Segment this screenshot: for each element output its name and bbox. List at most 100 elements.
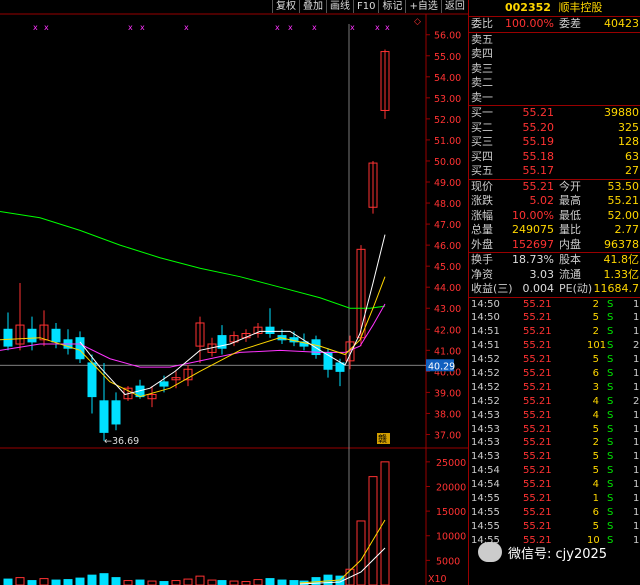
candle-body [111, 400, 121, 425]
tick-row: 14:55 55.21 5 S 1 [471, 520, 640, 532]
volume-bar [135, 579, 145, 585]
volume-tick-label: 20000 [436, 482, 466, 493]
stock-name: 顺丰控股 [558, 1, 603, 14]
volume-bar [39, 578, 49, 585]
price-tick-label: 47.00 [434, 220, 461, 231]
tick-list[interactable]: 14:50 55.21 2 S 1 14:50 55.21 5 S 1 14:51 55.21 2 S 1 1… [469, 298, 640, 548]
volume-bar [15, 577, 25, 585]
price-tick-label: 41.00 [434, 346, 461, 357]
volume-unit-label: X10 [428, 574, 447, 585]
price-tick-label: 48.00 [434, 199, 461, 210]
toolbar-button-5[interactable]: +自选 [405, 0, 441, 13]
price-tick-label: 46.00 [434, 241, 461, 252]
candle-body [265, 326, 275, 334]
quote-panel: 002352 顺丰控股 委比 100.00% 委差 40423 卖五 卖四 卖三 卖二… [468, 0, 640, 585]
price-tick-label: 49.00 [434, 178, 461, 189]
volume-bar [3, 578, 13, 585]
tick-row: 14:52 55.21 3 S 1 [471, 381, 640, 393]
weibi-row: 委比 100.00% 委差 40423 [469, 17, 640, 33]
price-tick-label: 37.00 [434, 430, 461, 441]
event-marker: x [140, 23, 145, 32]
tick-row: 14:55 55.21 1 S 1 [471, 492, 640, 504]
volume-tick-label: 5000 [436, 556, 460, 567]
price-tick-label: 51.00 [434, 136, 461, 147]
volume-bar [207, 579, 217, 585]
candle-body [27, 328, 37, 343]
volume-bar [27, 580, 37, 585]
volume-bar [217, 580, 227, 585]
toolbar-button-1[interactable]: 叠加 [299, 0, 326, 13]
toolbar-button-3[interactable]: F10 [353, 0, 379, 13]
quote-row: 涨幅 10.00% 最低 52.00 [471, 208, 639, 222]
quote-row: 涨跌 5.02 最高 55.21 [471, 194, 639, 207]
volume-bar [241, 581, 251, 585]
toolbar-button-0[interactable]: 复权 [272, 0, 299, 13]
tick-row: 14:52 55.21 6 S 1 [471, 367, 640, 379]
tick-row: 14:54 55.21 4 S 1 [471, 479, 640, 491]
stock-stats: 换手 18.73% 股本 41.8亿 净资 3.03 流通 1.33亿 收益(三) 0.004 PE… [469, 253, 640, 298]
price-tick-label: 52.00 [434, 115, 461, 126]
event-marker: x [44, 23, 49, 32]
event-marker: x [128, 23, 133, 32]
ask-list: 卖五 卖四 卖三 卖二 卖一 [469, 32, 640, 106]
tick-row: 14:53 55.21 5 S 1 [471, 423, 640, 435]
price-tick-label: 54.00 [434, 73, 461, 84]
price-tick-label: 53.00 [434, 94, 461, 105]
price-tick-label: 44.00 [434, 283, 461, 294]
volume-ma-yellow [299, 519, 386, 584]
price-tick-label: 50.00 [434, 157, 461, 168]
event-marker: x [288, 23, 293, 32]
price-tick-label: 38.00 [434, 409, 461, 420]
current-price-label: 40.29 [428, 361, 455, 372]
candle-body [3, 328, 13, 347]
volume-bar [75, 577, 85, 585]
volume-bar [229, 580, 239, 585]
tick-row: 14:53 55.21 2 S 1 [471, 437, 640, 449]
stock-code: 002352 [505, 1, 551, 14]
volume-bar [277, 579, 287, 585]
price-tick-label: 45.00 [434, 262, 461, 273]
candle-body [51, 328, 61, 343]
tick-row: 14:50 55.21 5 S 1 [471, 312, 640, 324]
ask-row: 卖二 [471, 76, 493, 89]
event-marker: x [33, 23, 38, 32]
volume-bar [171, 580, 181, 585]
volume-tick-label: 25000 [436, 458, 466, 469]
volume-bar [368, 476, 378, 585]
event-marker: x [312, 23, 317, 32]
tick-row: 14:52 55.21 4 S 2 [471, 395, 640, 407]
stats-row: 净资 3.03 流通 1.33亿 [471, 267, 639, 281]
candle-body [75, 337, 85, 360]
price-tick-label: 55.00 [434, 52, 461, 63]
candle-body [159, 381, 169, 387]
quote-row: 外盘 152697 内盘 96378 [471, 237, 639, 251]
tick-row: 14:53 55.21 4 S 1 [471, 409, 640, 421]
kline-chart[interactable]: 56.00 55.00 54.00 53.00 52.00 51.00 50.00 49.00… [0, 0, 468, 585]
volume-bar [51, 579, 61, 585]
volume-bar [195, 575, 205, 585]
volume-bar [356, 520, 366, 585]
ask-row: 卖五 [471, 32, 493, 46]
toolbar-button-4[interactable]: 标记 [378, 0, 406, 13]
watermark: 微信号: cjy2025 [478, 542, 607, 562]
ask-row: 卖三 [471, 61, 493, 75]
tick-row: 14:50 55.21 2 S 1 [471, 298, 640, 310]
ma-line-green [0, 210, 386, 309]
bid-row: 买四 55.18 63 [471, 149, 639, 163]
bid-row: 买三 55.19 128 [471, 135, 639, 148]
event-marker: x [184, 23, 189, 32]
volume-bar [123, 580, 133, 585]
stats-row: 换手 18.73% 股本 41.8亿 [471, 253, 639, 266]
volume-bar [265, 578, 275, 585]
toolbar-button-6[interactable]: 返回 [440, 0, 468, 13]
tick-row: 14:51 55.21 101 S 2 [471, 340, 640, 352]
bid-row: 买一 55.21 39880 [471, 106, 639, 119]
toolbar-button-2[interactable]: 画线 [326, 0, 353, 13]
quote-row: 现价 55.21 今开 53.50 [471, 179, 639, 193]
volume-tick-label: 10000 [436, 532, 466, 543]
volume-bar [253, 579, 263, 585]
tick-row: 14:51 55.21 2 S 1 [471, 326, 640, 338]
price-tick-label: 43.00 [434, 304, 461, 315]
event-marker: x [375, 23, 380, 32]
diamond-marker: ◇ [414, 17, 421, 27]
